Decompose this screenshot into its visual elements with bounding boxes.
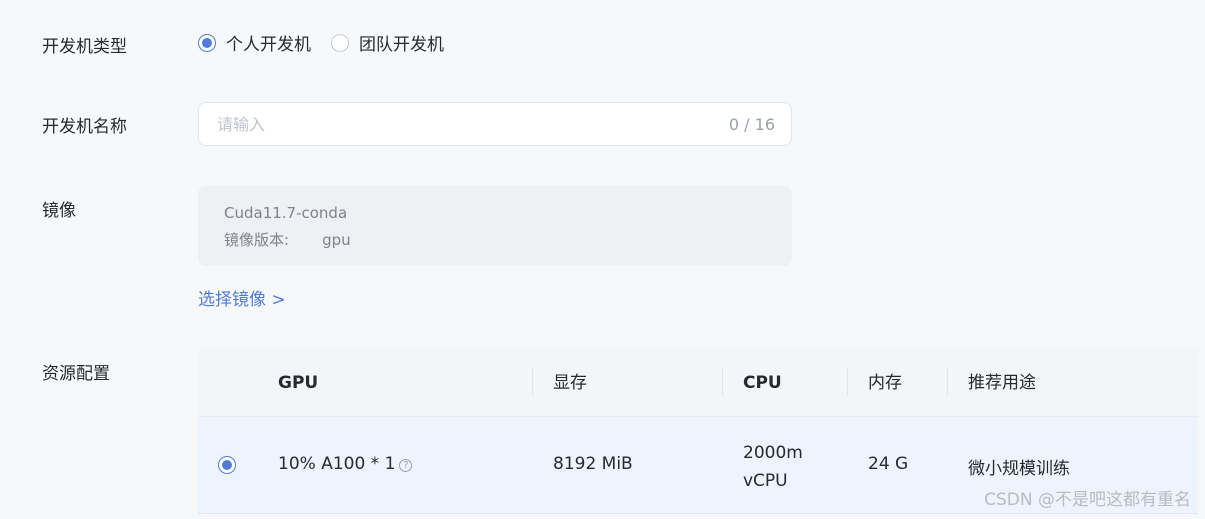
- cell-gpu: 10% A100 * 1?: [278, 454, 413, 474]
- row-radio-checked[interactable]: [218, 456, 236, 474]
- machine-type-radio-group: 个人开发机 团队开发机: [198, 30, 464, 55]
- column-header-gpu: GPU: [278, 373, 319, 393]
- machine-type-option-personal[interactable]: 个人开发机: [198, 30, 311, 55]
- gpu-value: 10% A100 * 1: [278, 454, 396, 474]
- cell-ram: 24 G: [868, 454, 909, 474]
- column-header-memory: 显存: [553, 373, 587, 393]
- column-divider: [532, 368, 533, 396]
- watermark: CSDN @不是吧这都有重名: [984, 490, 1191, 510]
- char-counter: 0 / 16: [728, 114, 775, 134]
- machine-type-option-label: 团队开发机: [359, 35, 444, 55]
- machine-type-option-label: 个人开发机: [226, 35, 311, 55]
- image-version: 镜像版本: gpu: [224, 229, 792, 254]
- machine-type-label: 开发机类型: [42, 37, 127, 57]
- machine-name-input[interactable]: [215, 113, 729, 135]
- image-version-label: 镜像版本:: [224, 231, 290, 249]
- radio-checked[interactable]: [198, 33, 216, 52]
- cell-usage: 微小规模训练: [968, 459, 1070, 479]
- image-info-card: Cuda11.7-conda 镜像版本: gpu: [198, 186, 792, 266]
- column-divider: [722, 368, 723, 396]
- column-header-cpu: CPU: [743, 373, 782, 393]
- table-header: GPU 显存 CPU 内存 推荐用途: [198, 348, 1198, 417]
- cell-memory: 8192 MiB: [553, 454, 633, 474]
- select-image-link[interactable]: 选择镜像 >: [198, 285, 286, 310]
- column-divider: [947, 368, 948, 396]
- help-circle-icon[interactable]: ?: [399, 459, 413, 472]
- column-header-ram: 内存: [868, 373, 902, 393]
- cpu-value-line2: vCPU: [743, 471, 788, 491]
- image-name: Cuda11.7-conda: [224, 204, 348, 222]
- cell-cpu: 2000m vCPU: [743, 439, 803, 495]
- radio-unchecked[interactable]: [331, 33, 349, 52]
- machine-name-input-wrapper: 0 / 16: [198, 102, 792, 146]
- cpu-value-line1: 2000m: [743, 443, 803, 463]
- machine-type-option-team[interactable]: 团队开发机: [331, 30, 444, 55]
- create-devmachine-form: 开发机类型 个人开发机 团队开发机 开发机名称 0 / 16 镜像 Cuda11…: [0, 0, 1205, 519]
- column-divider: [847, 368, 848, 396]
- resource-config-label: 资源配置: [42, 364, 110, 384]
- column-header-usage: 推荐用途: [968, 373, 1036, 393]
- machine-name-label: 开发机名称: [42, 117, 127, 137]
- image-version-value: gpu: [322, 231, 351, 249]
- image-label: 镜像: [42, 201, 76, 221]
